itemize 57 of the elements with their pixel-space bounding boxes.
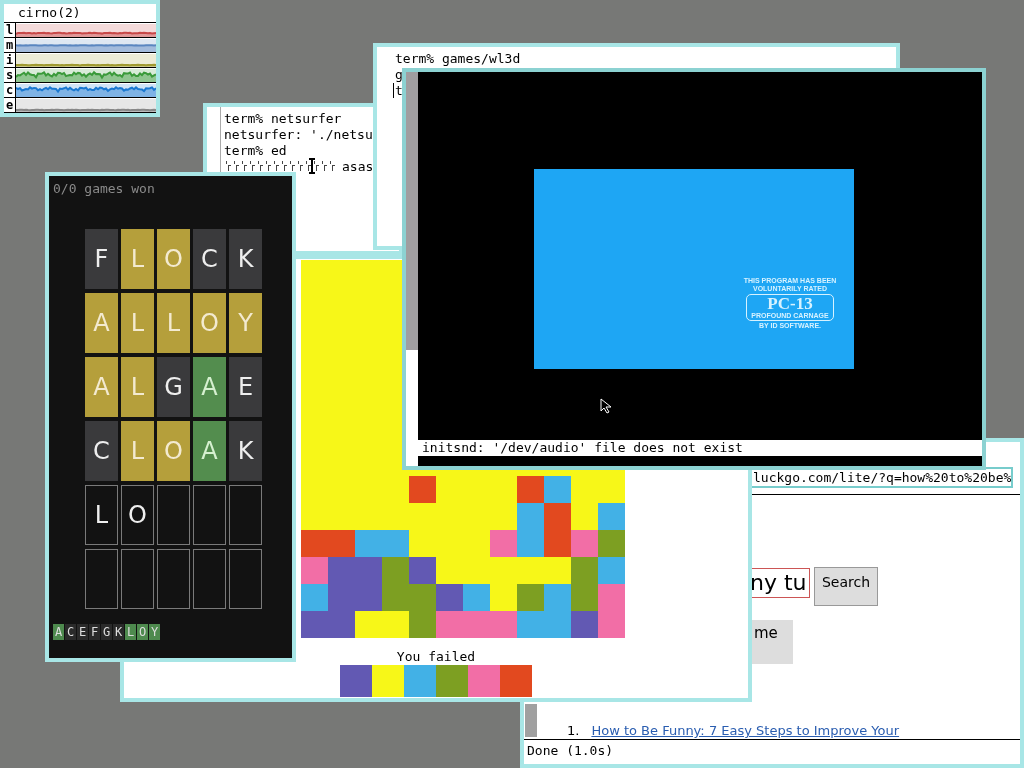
meter-label: c xyxy=(4,83,16,97)
letter-tile: C xyxy=(193,229,226,289)
letter-tile: O xyxy=(157,421,190,481)
meter-label: m xyxy=(4,38,16,52)
letter-tile: O xyxy=(193,293,226,353)
console-message: initsnd: '/dev/audio' file does not exist xyxy=(418,440,982,456)
window-title: cirno(2) xyxy=(4,4,156,23)
meter-label: i xyxy=(4,53,16,67)
letter-key[interactable]: K xyxy=(113,624,124,640)
scrollbar-thumb[interactable] xyxy=(525,704,537,737)
letter-tile: A xyxy=(193,357,226,417)
letter-tile: L xyxy=(121,293,154,353)
color-swatch[interactable] xyxy=(372,665,404,697)
letter-key[interactable]: C xyxy=(65,624,76,640)
letter-key[interactable]: F xyxy=(89,624,100,640)
color-swatch[interactable] xyxy=(340,665,372,697)
letter-tile: A xyxy=(85,357,118,417)
letter-tile: C xyxy=(85,421,118,481)
score-text: 0/0 games won xyxy=(53,180,156,198)
terminal-line: asas xyxy=(342,158,374,174)
letter-tile: L xyxy=(85,485,118,545)
letter-tile: E xyxy=(229,357,262,417)
rating-text: PC-13 xyxy=(767,295,813,312)
terminal-line: term% netsurfer xyxy=(224,110,342,126)
search-button[interactable]: Search xyxy=(814,567,878,606)
terminal-line: g xyxy=(395,66,403,82)
letter-tile: O xyxy=(157,229,190,289)
letter-key[interactable]: E xyxy=(77,624,88,640)
color-swatch[interactable] xyxy=(468,665,500,697)
status-bar: Done (1.0s) xyxy=(524,739,1020,764)
color-swatch[interactable] xyxy=(500,665,532,697)
meter-label: e xyxy=(4,98,16,112)
letter-tile: L xyxy=(121,357,154,417)
terminal-line: term% games/wl3d xyxy=(395,50,521,66)
color-swatch[interactable] xyxy=(436,665,468,697)
letter-tile: L xyxy=(157,293,190,353)
result-link[interactable]: How to Be Funny: 7 Easy Steps to Improve Your xyxy=(591,723,900,738)
letter-tile: K xyxy=(229,421,262,481)
letter-key[interactable]: G xyxy=(101,624,112,640)
terminal-line: netsurfer: './netsu xyxy=(224,126,373,142)
result-message: You failed xyxy=(396,649,476,665)
meter-label: l xyxy=(4,23,16,37)
letter-tile: O xyxy=(121,485,154,545)
color-swatch[interactable] xyxy=(404,665,436,697)
letter-tile: F xyxy=(85,229,118,289)
scrollbar-thumb[interactable] xyxy=(406,72,418,350)
letter-tile: A xyxy=(85,293,118,353)
letter-tile: G xyxy=(157,357,190,417)
letter-tile: Y xyxy=(229,293,262,353)
letter-tile: K xyxy=(229,229,262,289)
letter-tile: A xyxy=(193,421,226,481)
terminal-line: term% ed xyxy=(224,142,287,158)
terminal-line: t xyxy=(395,82,403,98)
letter-tile: L xyxy=(121,229,154,289)
letter-tile: L xyxy=(121,421,154,481)
result-number: 1. xyxy=(567,723,580,738)
meter-label: s xyxy=(4,68,16,82)
